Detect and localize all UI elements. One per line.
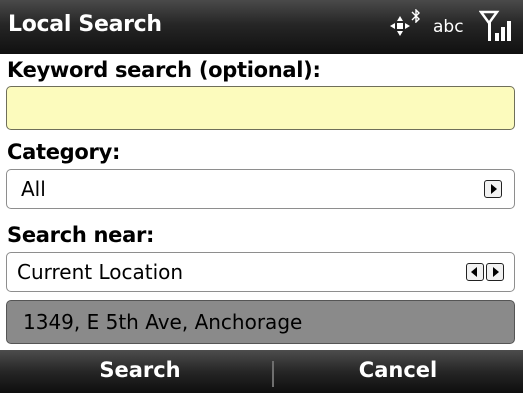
search-near-select[interactable]: Current Location <box>6 252 515 292</box>
window-title: Local Search <box>8 12 162 37</box>
address-value: 1349, E 5th Ave, Anchorage <box>23 310 303 334</box>
signal-strength-icon <box>479 10 511 41</box>
search-near-value: Current Location <box>17 260 184 284</box>
category-next-arrow-icon[interactable] <box>484 180 502 198</box>
search-near-next-arrow-icon[interactable] <box>486 263 504 281</box>
navigation-pad-icon <box>390 16 410 36</box>
keyword-search-input[interactable] <box>6 86 515 130</box>
keyword-label: Keyword search (optional): <box>7 58 321 82</box>
category-select[interactable]: All <box>6 169 515 209</box>
title-bar: Local Search abc <box>0 0 523 54</box>
category-value: All <box>21 177 46 201</box>
softkey-bar: Search Cancel <box>0 350 523 393</box>
search-button[interactable]: Search <box>40 358 240 382</box>
status-icons: abc <box>389 9 519 45</box>
softkey-divider <box>272 361 274 387</box>
input-mode-indicator: abc <box>433 17 464 37</box>
bluetooth-icon <box>411 9 420 23</box>
cancel-button[interactable]: Cancel <box>298 358 498 382</box>
category-label: Category: <box>7 140 121 164</box>
search-near-label: Search near: <box>7 223 155 247</box>
search-near-prev-arrow-icon[interactable] <box>466 263 484 281</box>
address-field[interactable]: 1349, E 5th Ave, Anchorage <box>6 300 515 344</box>
